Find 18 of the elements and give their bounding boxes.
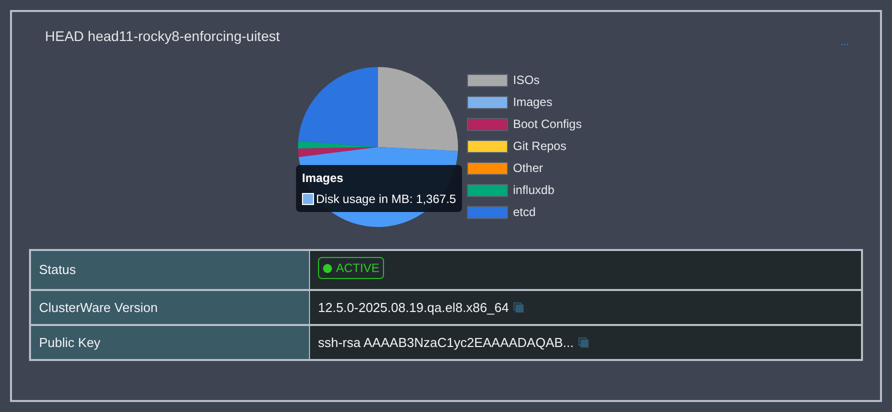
tooltip-title: Images	[302, 170, 344, 187]
legend-label[interactable]: ISOs	[513, 71, 540, 89]
status-text: ACTIVE	[336, 260, 380, 277]
row-value: 12.5.0-2025.08.19.qa.el8.x86_64	[318, 298, 509, 317]
row-label: Status	[31, 251, 310, 289]
tooltip-label: Disk usage in MB: 1,367.5	[316, 191, 456, 208]
copy-icon[interactable]	[512, 302, 524, 313]
legend-label[interactable]: Other	[513, 159, 544, 177]
legend-label[interactable]: etcd	[513, 203, 536, 221]
legend-label[interactable]: Images	[513, 93, 552, 111]
legend-label[interactable]: influxdb	[513, 181, 554, 199]
row-label: ClusterWare Version	[31, 291, 310, 324]
legend-label[interactable]: Git Repos	[513, 137, 566, 155]
panel-title: HEAD head11-rocky8-enforcing-uitest	[45, 27, 280, 46]
row-value: ssh-rsa AAAAB3NzaC1yc2EAAAADAQAB...	[318, 334, 574, 352]
copy-icon[interactable]	[578, 337, 589, 348]
row-label: Public Key	[31, 326, 310, 359]
legend-label[interactable]: Boot Configs	[513, 115, 582, 133]
